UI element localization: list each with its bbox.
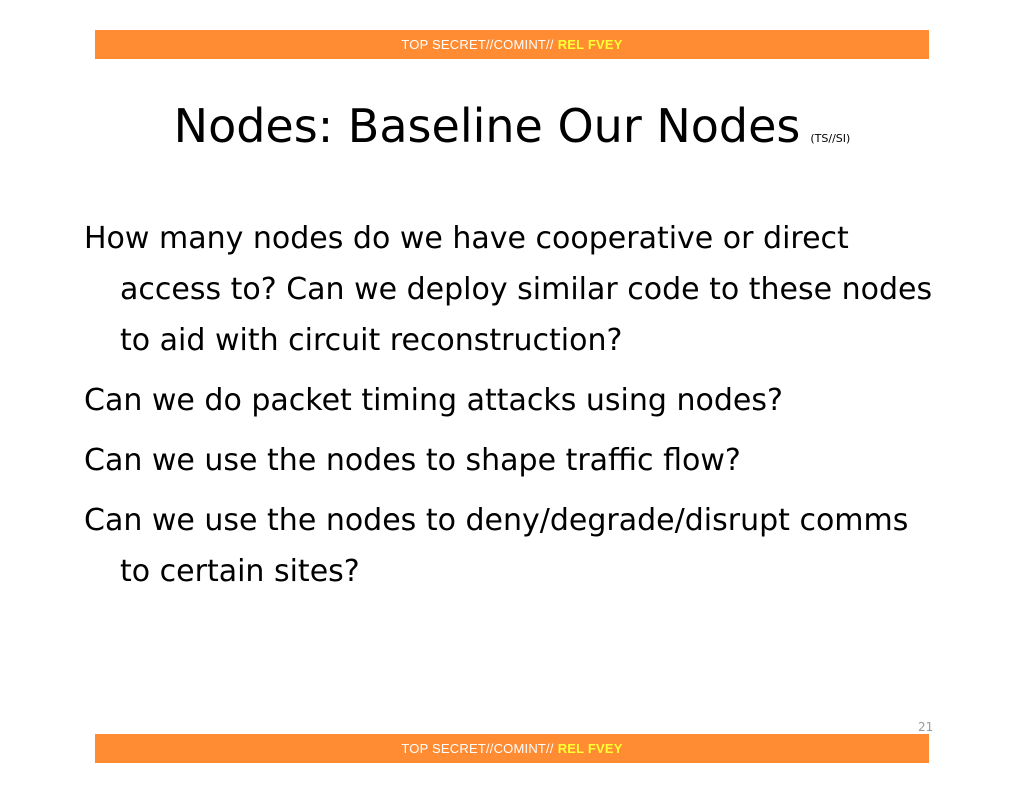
bullet-list: How many nodes do we have cooperative or… [84, 213, 934, 606]
title-classification-marking: (TS//SI) [810, 132, 851, 145]
page-number: 21 [918, 720, 934, 734]
bullet-item: How many nodes do we have cooperative or… [84, 221, 933, 358]
release-marking: REL FVEY [557, 741, 623, 756]
bullet-item: Can we do packet timing attacks using no… [84, 383, 783, 418]
classification-banner-top: TOP SECRET//COMINT// REL FVEY [95, 30, 929, 59]
bullet-item: Can we use the nodes to shape traffic fl… [84, 443, 741, 478]
slide-title-text: Nodes: Baseline Our Nodes [173, 99, 801, 153]
classification-text: TOP SECRET//COMINT// [401, 37, 554, 52]
bullet-item: Can we use the nodes to deny/degrade/dis… [84, 503, 909, 589]
slide-title: Nodes: Baseline Our Nodes (TS//SI) [0, 96, 1024, 169]
classification-banner-bottom: TOP SECRET//COMINT// REL FVEY [95, 734, 929, 763]
release-marking: REL FVEY [557, 37, 623, 52]
classification-text: TOP SECRET//COMINT// [401, 741, 554, 756]
